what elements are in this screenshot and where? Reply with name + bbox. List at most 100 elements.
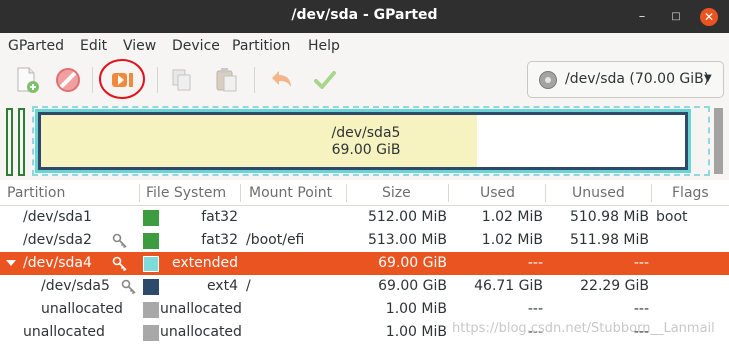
partition-name: /dev/sda2	[23, 232, 92, 248]
filesystem: extended	[171, 255, 238, 271]
used: 1.02 MiB	[481, 232, 543, 248]
column-separator	[651, 184, 652, 202]
column-header-unused[interactable]: Unused	[572, 185, 625, 201]
menu-gparted[interactable]: GParted	[8, 38, 64, 54]
device-selector[interactable]: /dev/sda (70.00 GiB) ▼	[527, 61, 724, 98]
table-header: Partition File System Mount Point Size U…	[0, 180, 729, 206]
filesystem: unallocated	[160, 324, 242, 340]
filesystem-color	[143, 279, 159, 295]
expander-arrow-icon[interactable]	[6, 260, 16, 266]
table-row-selected[interactable]: /dev/sda4 extended 69.00 GiB --- ---	[0, 252, 729, 275]
partition-name: unallocated	[41, 301, 123, 317]
column-header-partition[interactable]: Partition	[7, 185, 65, 201]
size: 69.00 GiB	[378, 255, 447, 271]
size: 512.00 MiB	[367, 209, 447, 225]
paste-button[interactable]	[212, 65, 242, 95]
filesystem: fat32	[201, 232, 238, 248]
column-header-mountpoint[interactable]: Mount Point	[249, 185, 332, 201]
filesystem: fat32	[201, 209, 238, 225]
maximize-button[interactable]: □	[667, 8, 685, 25]
menu-partition[interactable]: Partition	[232, 38, 290, 54]
size: 1.00 MiB	[385, 324, 447, 340]
partition-block-sda1[interactable]	[6, 108, 13, 176]
copy-button[interactable]	[167, 65, 197, 95]
partition-name: /dev/sda4	[23, 255, 92, 271]
size: 1.00 MiB	[385, 301, 447, 317]
mount-point: /boot/efi	[246, 232, 305, 248]
toolbar-separator	[254, 67, 255, 93]
toolbar-separator	[92, 67, 93, 93]
column-header-size[interactable]: Size	[382, 185, 411, 201]
partition-table: Partition File System Mount Point Size U…	[0, 180, 729, 353]
partition-block-sda2[interactable]	[18, 108, 25, 176]
column-separator	[448, 184, 449, 202]
undo-button[interactable]	[266, 65, 296, 95]
table-row[interactable]: /dev/sda1 fat32 512.00 MiB 1.02 MiB 510.…	[0, 206, 729, 229]
partition-block-unallocated[interactable]	[714, 108, 723, 174]
column-separator	[545, 184, 546, 202]
key-icon	[121, 279, 136, 295]
menu-bar: GParted Edit View Device Partition Help	[0, 33, 729, 59]
table-row[interactable]: unallocated unallocated 1.00 MiB --- ---	[0, 298, 729, 321]
minimize-button[interactable]: –	[633, 8, 651, 25]
column-header-filesystem[interactable]: File System	[146, 185, 226, 201]
unused: 22.29 GiB	[580, 278, 649, 294]
copy-icon	[172, 69, 191, 91]
menu-device[interactable]: Device	[172, 38, 220, 54]
menu-view[interactable]: View	[123, 38, 156, 54]
delete-icon	[56, 68, 80, 92]
partition-name: /dev/sda5	[41, 278, 110, 294]
apply-icon	[314, 71, 336, 89]
size: 69.00 GiB	[378, 278, 447, 294]
toolbar: /dev/sda (70.00 GiB) ▼	[0, 59, 729, 102]
red-annotation-circle	[99, 59, 145, 99]
used: 1.02 MiB	[481, 209, 543, 225]
partition-block-size: 69.00 GiB	[331, 142, 401, 158]
partition-name: /dev/sda1	[23, 209, 92, 225]
filesystem-color	[143, 325, 159, 341]
menu-edit[interactable]: Edit	[80, 38, 107, 54]
menu-help[interactable]: Help	[308, 38, 340, 54]
mount-point: /	[246, 278, 251, 294]
watermark: https://blog.csdn.net/Stubborn__Lanmail	[452, 321, 715, 336]
undo-icon	[272, 71, 291, 87]
delete-button[interactable]	[53, 65, 83, 95]
disk-map: /dev/sda5 69.00 GiB	[0, 102, 729, 178]
new-partition-button[interactable]	[12, 65, 42, 95]
filesystem-color	[143, 302, 159, 318]
column-separator	[139, 184, 140, 202]
table-row[interactable]: /dev/sda2 fat32 /boot/efi 513.00 MiB 1.0…	[0, 229, 729, 252]
column-header-used[interactable]: Used	[480, 185, 515, 201]
flags: boot	[656, 209, 688, 225]
filesystem: ext4	[206, 278, 238, 294]
used: ---	[527, 301, 543, 317]
key-icon	[112, 256, 127, 272]
size: 513.00 MiB	[367, 232, 447, 248]
used: 46.71 GiB	[474, 278, 543, 294]
partition-block-name: /dev/sda5	[331, 125, 401, 141]
device-label: /dev/sda (70.00 GiB)	[565, 71, 710, 87]
new-partition-icon	[17, 67, 39, 93]
filesystem-color	[143, 256, 159, 272]
filesystem: unallocated	[160, 301, 242, 317]
chevron-down-icon: ▼	[704, 73, 712, 84]
partition-block-label: /dev/sda5 69.00 GiB	[311, 125, 421, 159]
close-button[interactable]: ✕	[700, 8, 718, 26]
column-header-flags[interactable]: Flags	[672, 185, 709, 201]
table-row[interactable]: /dev/sda5 ext4 / 69.00 GiB 46.71 GiB 22.…	[0, 275, 729, 298]
column-separator	[240, 184, 241, 202]
apply-button[interactable]	[310, 65, 340, 95]
filesystem-color	[143, 210, 159, 226]
unused: ---	[633, 255, 649, 271]
toolbar-separator	[157, 67, 158, 93]
filesystem-color	[143, 233, 159, 249]
partition-name: unallocated	[23, 324, 105, 340]
harddisk-icon	[539, 71, 557, 89]
partition-block-sda5[interactable]: /dev/sda5 69.00 GiB	[38, 112, 688, 170]
window-title: /dev/sda - GParted	[291, 7, 438, 23]
unused: ---	[633, 301, 649, 317]
used: ---	[527, 255, 543, 271]
unused: 510.98 MiB	[569, 209, 649, 225]
paste-icon	[216, 68, 237, 92]
unused: 511.98 MiB	[569, 232, 649, 248]
